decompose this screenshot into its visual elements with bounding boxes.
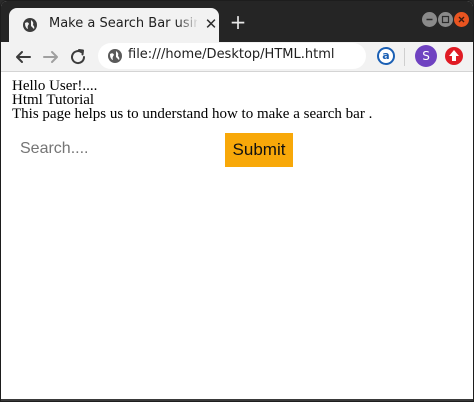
- submit-button[interactable]: Submit: [225, 133, 293, 167]
- page-content: Hello User!.... Html Tutorial This page …: [1, 73, 473, 401]
- maximize-icon[interactable]: [438, 12, 453, 27]
- globe-icon: [23, 18, 37, 32]
- browser-window: Make a Search Bar using H ✕ +: [0, 0, 474, 402]
- address-bar[interactable]: file:///home/Desktop/HTML.html: [98, 43, 366, 69]
- tutorial-heading: Html Tutorial: [12, 92, 95, 108]
- greeting-text: Hello User!....: [12, 78, 98, 94]
- tab-active[interactable]: Make a Search Bar using H ✕: [9, 8, 219, 42]
- window-bottom-border: [1, 399, 473, 401]
- back-arrow-icon[interactable]: [11, 45, 35, 69]
- description-text: This page helps us to understand how to …: [12, 106, 373, 122]
- search-form: Submit: [12, 131, 312, 167]
- tab-title: Make a Search Bar using H: [49, 16, 197, 31]
- toolbar-divider: [404, 48, 405, 66]
- minimize-icon[interactable]: [422, 12, 437, 27]
- reload-icon[interactable]: [66, 45, 90, 69]
- profile-avatar[interactable]: S: [415, 45, 437, 67]
- globe-icon: [108, 49, 122, 63]
- extension-a-icon[interactable]: a: [377, 47, 395, 65]
- tab-strip: Make a Search Bar using H ✕ +: [1, 1, 473, 42]
- address-url[interactable]: file:///home/Desktop/HTML.html: [128, 47, 358, 65]
- close-icon[interactable]: [454, 12, 469, 27]
- tab-title-fade: [177, 14, 199, 36]
- red-up-arrow-icon[interactable]: [444, 46, 464, 66]
- tab-close-icon[interactable]: ✕: [203, 16, 219, 32]
- forward-arrow-icon[interactable]: [39, 45, 63, 69]
- search-input[interactable]: [12, 131, 222, 167]
- new-tab-button[interactable]: +: [228, 12, 248, 32]
- browser-toolbar: file:///home/Desktop/HTML.html a S: [1, 42, 473, 72]
